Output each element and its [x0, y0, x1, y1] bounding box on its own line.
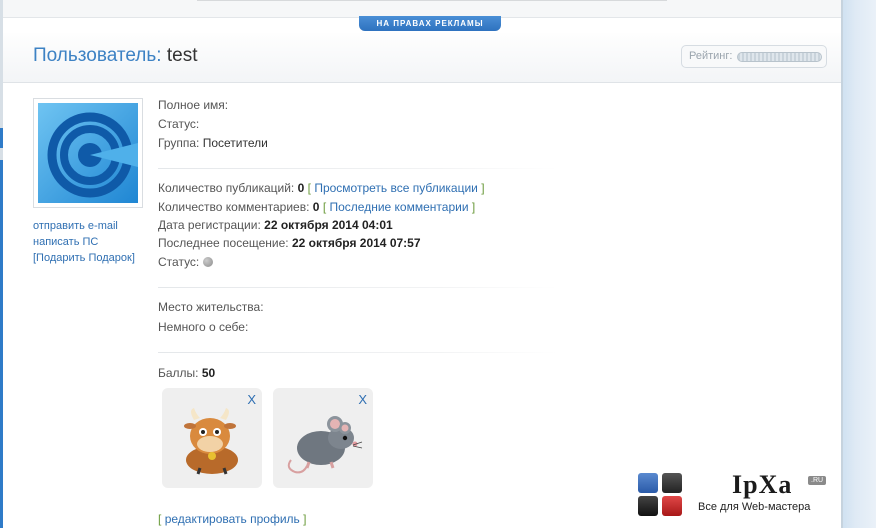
bracket-close: ]	[303, 512, 307, 526]
last-comments-link[interactable]: Последние комментарии	[330, 200, 469, 214]
logo-tld: .RU	[808, 476, 827, 485]
edit-profile-link[interactable]: редактировать профиль	[165, 512, 300, 526]
last-visit-row: Последнее посещение: 22 октября 2014 07:…	[158, 236, 421, 250]
bracket-open: [	[322, 200, 327, 214]
last-visit-value: 22 октября 2014 07:57	[291, 236, 421, 250]
divider	[158, 287, 558, 288]
profile-header: Пользователь: test Рейтинг:	[3, 33, 841, 83]
logo-square	[662, 473, 682, 493]
cow-icon	[184, 408, 238, 475]
gift-link[interactable]: [Подарить Подарок]	[33, 252, 135, 264]
gift-card-rat: X	[273, 388, 373, 488]
divider	[158, 352, 558, 353]
online-status-row: Статус:	[158, 255, 213, 269]
rating-bar[interactable]	[737, 52, 822, 62]
profile-panel: НА ПРАВАХ РЕКЛАМЫ Пользователь: test Рей…	[3, 0, 841, 528]
location-row: Место жительства:	[158, 300, 264, 314]
send-pm-link[interactable]: написать ПС	[33, 236, 98, 248]
bracket-open: [	[307, 181, 311, 195]
logo-tagline: Все для Web-мастера	[698, 501, 811, 513]
location-label: Место жительства:	[158, 300, 264, 314]
banner-line	[197, 0, 667, 1]
logo-square	[662, 496, 682, 516]
avatar	[38, 103, 138, 203]
pubs-value: 0	[297, 181, 305, 195]
pubs-label: Количество публикаций:	[158, 181, 295, 195]
full-name-row: Полное имя:	[158, 98, 228, 112]
points-value: 50	[201, 366, 216, 380]
comments-value: 0	[312, 200, 320, 214]
status2-label: Статус:	[158, 255, 200, 269]
group-value: Посетители	[202, 136, 268, 150]
bracket-close: ]	[471, 200, 476, 214]
points-label: Баллы:	[158, 366, 199, 380]
reg-label: Дата регистрации:	[158, 218, 261, 232]
gift-card-cow: X	[162, 388, 262, 488]
rating-label: Рейтинг:	[689, 50, 733, 62]
about-label: Немного о себе:	[158, 320, 249, 334]
edit-profile-row: [ редактировать профиль ]	[158, 512, 306, 526]
logo-square	[638, 496, 658, 516]
status-label: Статус:	[158, 117, 200, 131]
comments-row: Количество комментариев: 0 [ Последние к…	[158, 200, 475, 214]
last-visit-label: Последнее посещение:	[158, 236, 289, 250]
title-label: Пользователь:	[33, 45, 162, 66]
rating-widget[interactable]: Рейтинг:	[681, 45, 827, 68]
full-name-label: Полное имя:	[158, 98, 229, 112]
group-label: Группа:	[158, 136, 200, 150]
about-row: Немного о себе:	[158, 320, 248, 334]
rat-icon	[287, 416, 363, 474]
publications-row: Количество публикаций: 0 [ Просмотреть в…	[158, 181, 485, 195]
username: test	[166, 45, 198, 66]
page-title: Пользователь: test	[33, 45, 197, 67]
right-background	[842, 0, 876, 528]
points-row: Баллы: 50	[158, 366, 215, 380]
group-row: Группа: Посетители	[158, 136, 268, 150]
logo-name: IpXa	[732, 470, 793, 499]
status-row: Статус:	[158, 117, 199, 131]
registration-row: Дата регистрации: 22 октября 2014 04:01	[158, 218, 393, 232]
comments-label: Количество комментариев:	[158, 200, 310, 214]
divider	[158, 168, 558, 169]
reg-value: 22 октября 2014 04:01	[264, 218, 393, 232]
logo-square	[638, 473, 658, 493]
ipxa-logo[interactable]: IpXa .RU Все для Web-мастера	[636, 470, 836, 520]
all-publications-link[interactable]: Просмотреть все публикации	[314, 181, 478, 195]
send-email-link[interactable]: отправить e-mail	[33, 220, 118, 232]
offline-status-icon	[202, 257, 213, 267]
bracket-open: [	[158, 512, 162, 526]
avatar-frame	[33, 98, 143, 208]
bracket-close: ]	[481, 181, 485, 195]
ad-badge[interactable]: НА ПРАВАХ РЕКЛАМЫ	[359, 16, 501, 31]
